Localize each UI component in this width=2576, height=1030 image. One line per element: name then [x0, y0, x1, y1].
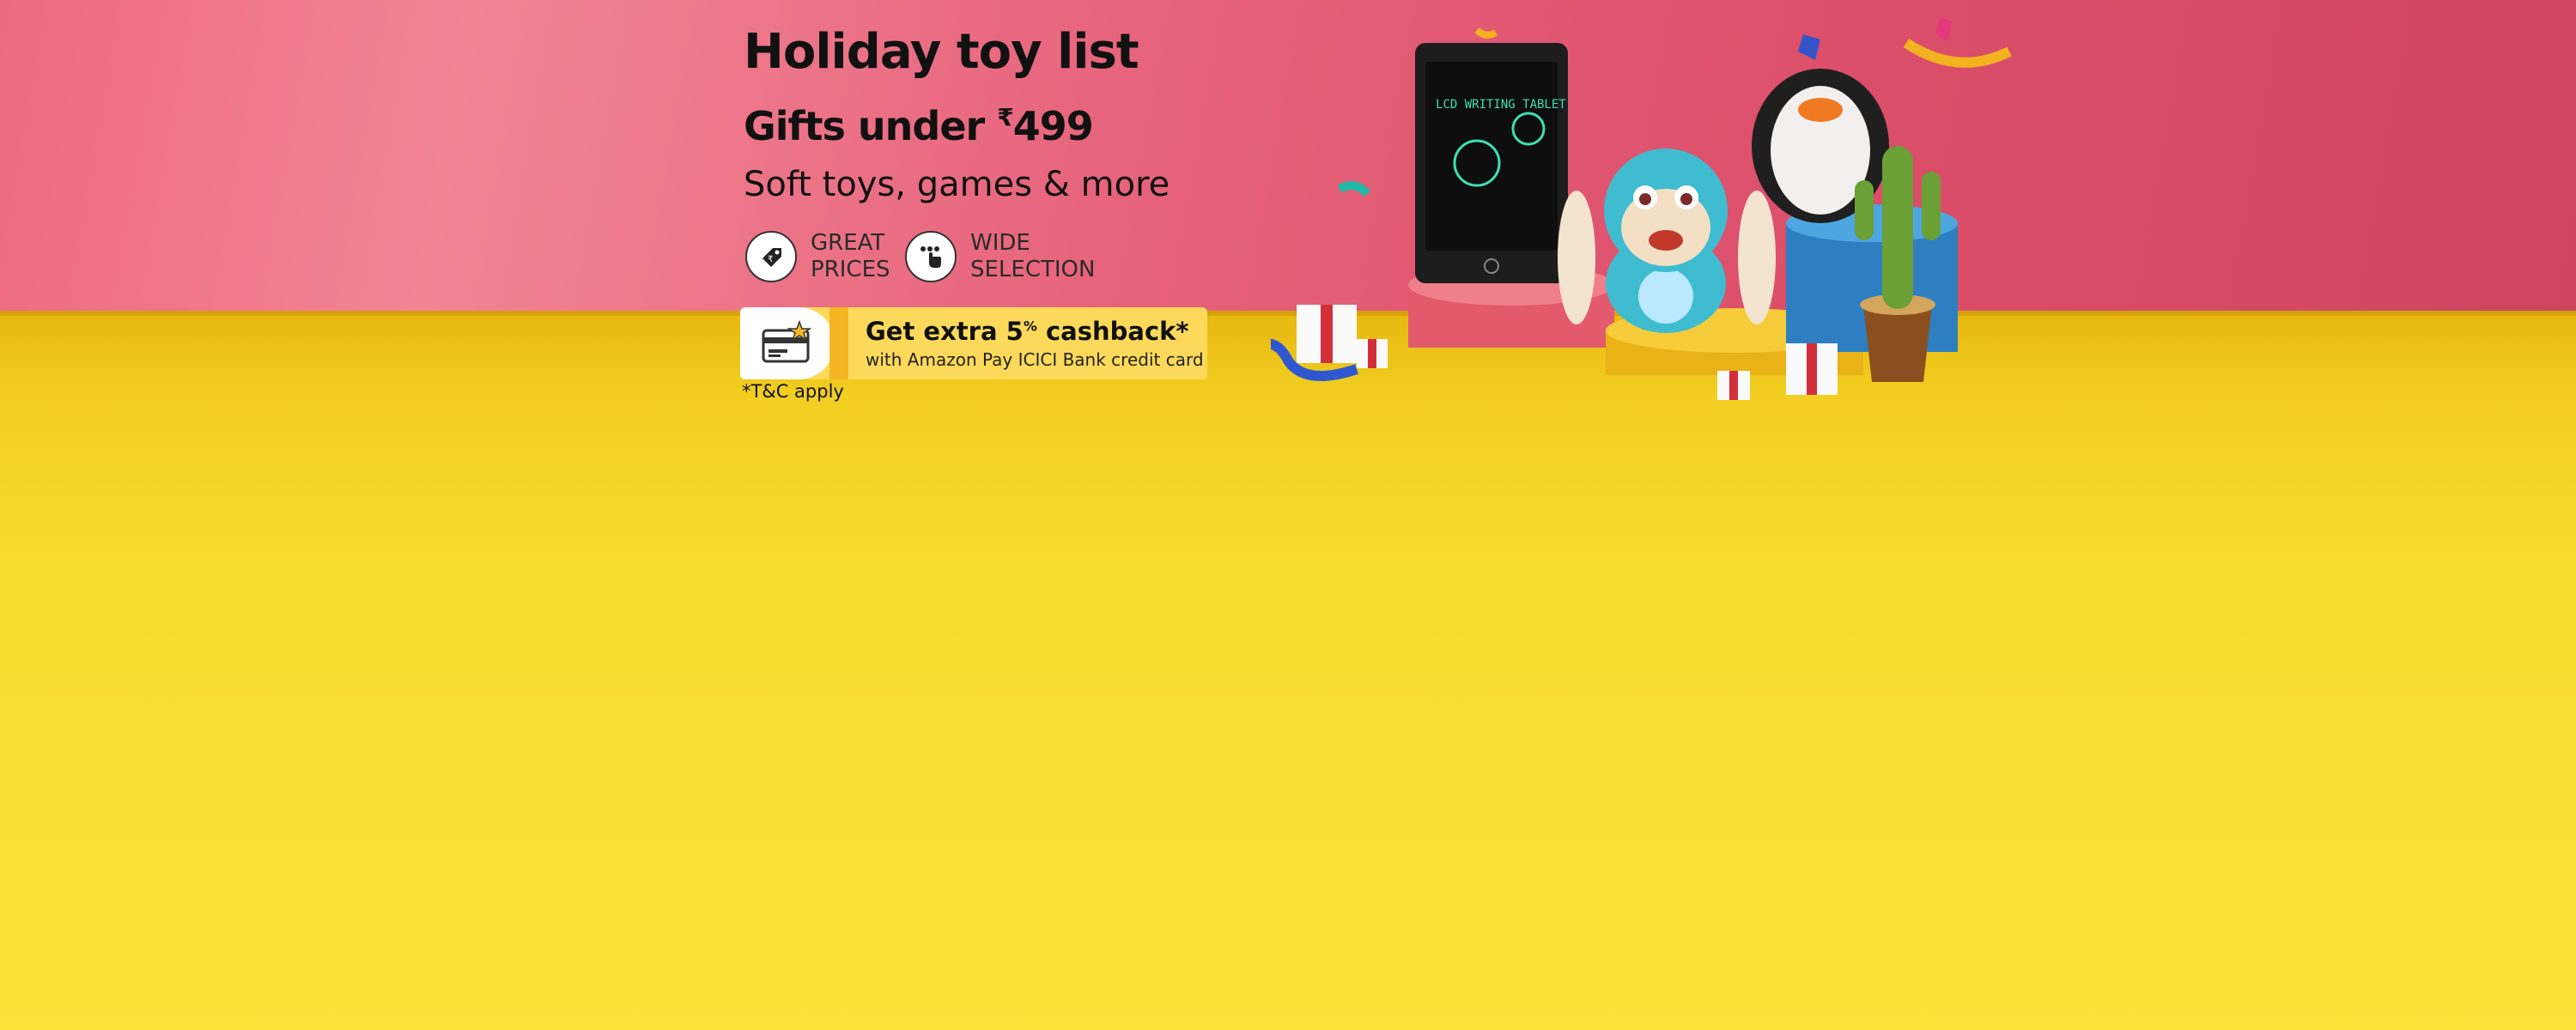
offer-text: Get extra 5% cashback* with Amazon Pay I… [866, 317, 1204, 370]
feature-label: WIDE SELECTION [970, 230, 1096, 282]
feature-great-prices: ₹ GREAT PRICES [745, 230, 890, 283]
banner-background-bottom [0, 311, 2576, 1030]
lcd-writing-tablet: LCD WRITING TABLET [1415, 43, 1568, 283]
feature-label: GREAT PRICES [811, 230, 890, 282]
cashback-offer[interactable]: Get extra 5% cashback* with Amazon Pay I… [740, 307, 1207, 379]
svg-text:₹: ₹ [768, 255, 773, 264]
terms-note: *T&C apply [742, 381, 844, 402]
price-tag-icon: ₹ [745, 231, 797, 282]
toys-illustration: LCD WRITING TABLET [1271, 17, 2012, 400]
credit-card-star-icon [740, 307, 835, 379]
banner-subtitle: Gifts under ₹499 [744, 103, 1094, 149]
price-value: 499 [1012, 103, 1094, 149]
rupee-symbol: ₹ [997, 103, 1014, 132]
tablet-screen-text: LCD WRITING TABLET [1436, 98, 1566, 112]
pointer-hand-icon [905, 231, 957, 282]
banner-title: Holiday toy list [744, 24, 1139, 80]
banner-tagline: Soft toys, games & more [744, 165, 1170, 204]
feature-wide-selection: WIDE SELECTION [905, 230, 1095, 283]
offer-subtext: with Amazon Pay ICICI Bank credit card [866, 349, 1204, 370]
offer-accent-stripe [829, 307, 848, 379]
offer-headline: Get extra 5% cashback* [866, 317, 1189, 346]
